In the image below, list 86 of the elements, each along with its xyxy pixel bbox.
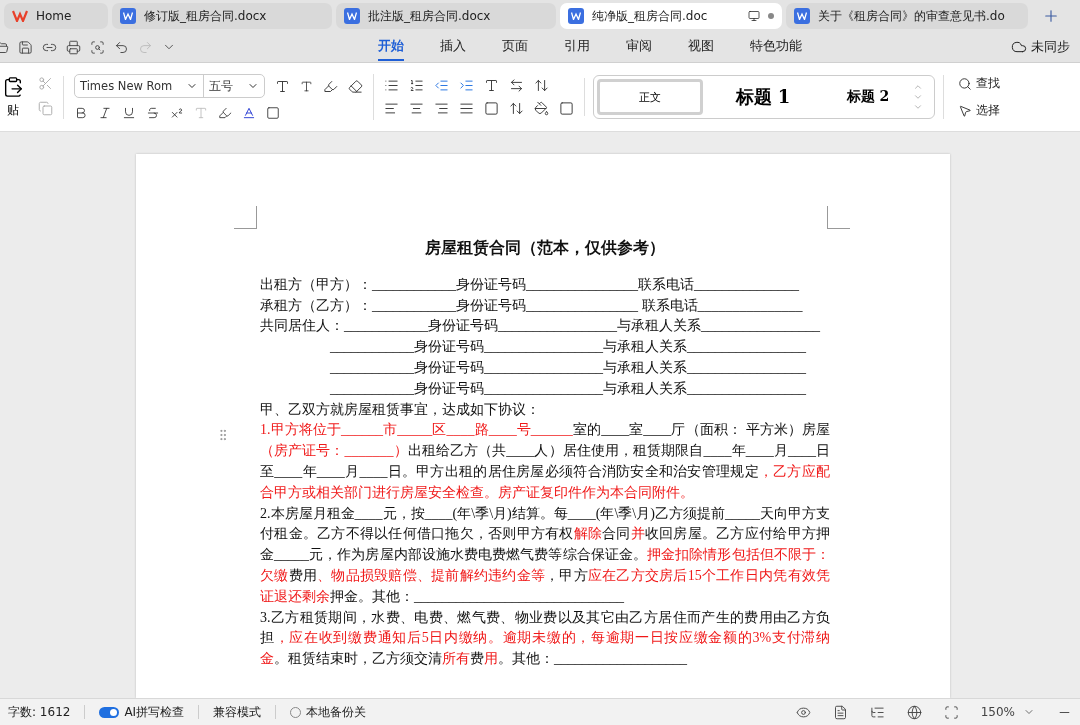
form-line: 承租方（乙方）：____________身份证号码________________ 联系电话_______________ [260,296,803,315]
word-doc-icon [344,8,360,24]
sync-status[interactable]: 未同步 [1031,38,1070,56]
font-selector[interactable]: Times New Rom 五号 [74,74,265,98]
pointer-icon[interactable] [958,103,972,118]
tab-label: 批注版_租房合同.docx [368,7,491,25]
form-line: ____________身份证号码_________________与承租人关系_________________ [329,379,806,398]
contract-clause: 3.乙方租赁期间，水费、电费、燃气费、物业费以及其它由乙方居住而产生的费用由乙方负担，应在收到缴费通知后5日内缴纳。逾期未缴的，每逾期一日按应缴金额的3%支付滞纳金。租赁结束时，乙方须交清所有费用。其他：___________________ [260,608,830,669]
toggle-switch[interactable] [99,706,120,718]
cloud-icon[interactable] [1011,39,1027,55]
spell-check-label: AI拼写检查 [124,703,185,721]
form-line: ____________身份证号码_________________与承租人关系_________________ [329,338,806,357]
align-center-icon[interactable] [409,101,424,116]
contract-clause: 2.本房屋月租金____元，按____(年\季\月)结算。每____(年\季\月)乙方须提前_____天向甲方支付租金。乙方不得以任何借口拖欠，否则甲方有权解除合同 并收回房屋。乙方应付给甲方押金_____元，作为房屋内部设施水费电费燃气费等综合保证金。押金扣除情形包括但不限于：欠缴费用、物品损毁赔偿、提前解约违约金等，甲方应在乙方交房后15个工作日内凭有效凭证退还剩余押金。其他：______________________________ [260,504,830,606]
italic-icon[interactable] [98,106,112,120]
menu-tab[interactable]: 页面 [502,33,528,61]
print-icon[interactable] [66,39,81,55]
tab-label: 修订版_租房合同.docx [144,7,267,25]
form-line: 共同居住人：____________身份证号码_________________与承租人关系_________________ [260,317,820,336]
superscript-icon[interactable] [170,106,184,120]
underline-icon[interactable] [122,106,136,120]
document-tab[interactable]: 修订版_租房合同.docx [112,3,332,29]
paste-icon[interactable] [2,75,24,98]
menu-tab[interactable]: 审阅 [626,33,652,61]
border-icon[interactable] [559,101,574,116]
word-count: 字数: 1612 [8,703,71,721]
word-doc-icon [794,8,810,24]
eye-icon[interactable] [795,704,811,720]
bullet-list-icon[interactable] [384,78,399,93]
page-view-icon[interactable] [832,704,848,720]
sort-order-icon[interactable] [534,78,549,93]
document-title: 房屋租赁合同（范本，仅供参考） [424,238,666,258]
compat-mode: 兼容模式 [213,703,262,721]
menu-tab[interactable]: 插入 [440,33,466,61]
search-icon[interactable] [958,76,972,91]
crop-mark [827,206,850,229]
word-doc-icon [568,8,584,24]
find-button[interactable]: 查找 [976,75,1000,92]
shading-icon[interactable] [534,101,549,116]
strikethrough-icon[interactable] [146,106,160,120]
style-option[interactable]: 正文 [597,79,703,115]
menu-tab[interactable]: 开始 [378,33,404,61]
print-preview-icon[interactable] [90,39,105,55]
focus-icon[interactable] [943,704,959,720]
indent-icon[interactable] [459,78,474,93]
font-color-icon[interactable] [242,106,256,120]
highlight-icon[interactable] [218,106,232,120]
outline-view-icon[interactable] [869,704,885,720]
style-option[interactable]: 标题 2 [823,79,913,115]
word-doc-icon [120,8,136,24]
form-line: ____________身份证号码_________________与承租人关系_________________ [329,359,806,377]
logo-icon [12,10,28,22]
document-tab[interactable]: 关于《租房合同》的审查意见书.do [786,3,1028,29]
clear-format-icon[interactable] [348,78,363,94]
align-right-icon[interactable] [434,101,449,116]
save-icon[interactable] [18,39,33,55]
select-button[interactable]: 选择 [976,102,1000,119]
menu-tab[interactable]: 特色功能 [750,33,802,61]
font-name: Times New Rom [80,79,173,93]
font-size: 五号 [209,78,233,94]
align-left-icon[interactable] [384,101,399,116]
tab-label: 关于《租房合同》的审查意见书.do [818,7,1005,25]
web-view-icon[interactable] [906,704,922,720]
line-spacing-icon[interactable] [509,101,524,116]
document-tab[interactable]: 纯净版_租房合同.doc [560,3,782,29]
tab-label: Home [36,9,72,23]
menu-tab[interactable]: 视图 [688,33,714,61]
document-tab[interactable]: 批注版_租房合同.docx [336,3,556,29]
numbered-list-icon[interactable] [409,78,424,93]
form-line: 出租方（甲方）：____________身份证号码________________联系电话_______________ [260,275,799,294]
crop-mark [234,206,257,229]
bold-icon[interactable] [74,106,88,120]
document-tab[interactable]: Home [4,3,108,29]
justify-icon[interactable] [459,101,474,116]
monitor-icon[interactable] [748,10,760,22]
style-option[interactable]: 标题 1 [703,79,823,115]
tab-label: 纯净版_租房合同.doc [592,7,708,25]
undo-icon[interactable] [114,39,129,55]
zoom-level[interactable]: 150% [980,705,1015,719]
unsaved-dot-icon [768,13,774,19]
paste-button[interactable]: 贴 [7,101,19,119]
intro-text: 甲、乙双方就房屋租赁事宜，达成如下协议： [260,400,541,419]
contract-clause: 1.甲方将位于______市_____区____路____号______室的____室____厅（面积： 平方米）房屋 （房产证号：_______）出租给乙方（共____人）居住使用，租赁期限自____年____月____日至____年____月____日。甲方出租的居住房屋必须符合消防安全和治安管理规定，乙方应配合甲方或相关部门进行房屋安全检查。房产证复印件作为本合同附件。 [260,421,830,502]
menu-tab[interactable]: 引用 [564,33,590,61]
backup-status: 本地备份关 [306,703,367,721]
outdent-icon[interactable] [434,78,449,93]
